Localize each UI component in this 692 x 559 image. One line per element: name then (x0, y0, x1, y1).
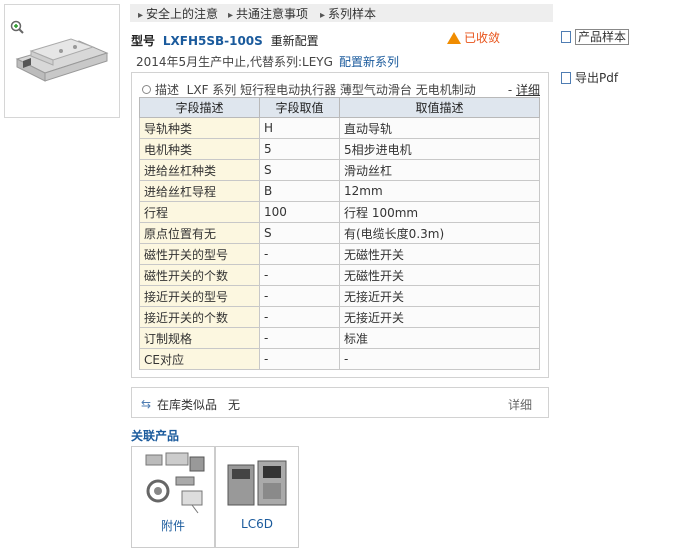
value-meaning-cell: 行程 100mm (339, 201, 540, 223)
field-name-cell: 进给丝杠种类 (139, 159, 260, 181)
field-value-cell: 100 (259, 201, 340, 223)
similar-in-stock: ⇆ 在库类似品 无 详细 (131, 387, 549, 418)
description-label: 描述 (155, 83, 180, 97)
value-meaning-cell: 直动导轨 (339, 117, 540, 139)
lc6d-image (227, 460, 287, 506)
value-meaning-cell: 标准 (339, 327, 540, 349)
table-row: 接近开关的型号 - 无接近开关 (139, 285, 540, 307)
discontinued-text: 已收敛 (464, 31, 501, 45)
export-icon (561, 72, 571, 84)
field-name-cell: CE对应 (139, 348, 260, 370)
description-detail-link[interactable]: 详细 (516, 83, 540, 97)
value-meaning-cell: 无磁性开关 (339, 264, 540, 286)
value-meaning-cell: 无磁性开关 (339, 243, 540, 265)
description-header: 描述 LXF 系列 短行程电动执行器 薄型气动滑台 无电机制动 - 详细 (142, 81, 540, 98)
field-value-cell: - (259, 243, 340, 265)
value-meaning-cell: 5相步进电机 (339, 138, 540, 160)
spec-table: 字段描述 字段取值 取值描述 导轨种类 H 直动导轨 电机种类 5 5相步进电机 进给丝杠种… (139, 97, 540, 370)
similar-detail-link[interactable]: 详细 (508, 396, 532, 413)
model-row: 型号 LXFH5SB-100S 重新配置 (131, 32, 319, 49)
table-row: 接近开关的个数 - 无接近开关 (139, 306, 540, 328)
value-meaning-cell: 有(电缆长度0.3m) (339, 222, 540, 244)
reconfigure-link[interactable]: 重新配置 (271, 34, 319, 48)
model-label: 型号 (131, 34, 156, 48)
field-name-cell: 接近开关的个数 (139, 306, 260, 328)
configure-new-series-link[interactable]: 配置新系列 (339, 55, 399, 69)
value-meaning-cell: 滑动丝杠 (339, 159, 540, 181)
table-row: CE对应 - - (139, 348, 540, 370)
related-label-lc6d[interactable]: LC6D (216, 517, 298, 531)
status-row: 2014年5月生产中止,代替系列:LEYG 配置新系列 (136, 53, 399, 70)
catalog-label[interactable]: 产品样本 (575, 29, 630, 45)
table-row: 磁性开关的个数 - 无磁性开关 (139, 264, 540, 286)
similar-label: 在库类似品 (157, 398, 218, 412)
field-value-cell: S (259, 159, 340, 181)
more-prefix: - (507, 83, 513, 97)
search-icon (142, 85, 151, 94)
field-value-cell: - (259, 327, 340, 349)
table-row: 导轨种类 H 直动导轨 (139, 117, 540, 139)
discontinued-badge: 已收敛 (447, 29, 500, 46)
top-links-bar: 安全上的注意 共通注意事项 系列样本 (130, 4, 553, 22)
field-value-cell: - (259, 285, 340, 307)
field-value-cell: - (259, 348, 340, 370)
field-name-cell: 磁性开关的型号 (139, 243, 260, 265)
field-name-cell: 接近开关的型号 (139, 285, 260, 307)
col-header-meaning: 取值描述 (339, 97, 540, 118)
status-text: 2014年5月生产中止,代替系列:LEYG (136, 55, 333, 69)
model-code: LXFH5SB-100S (162, 34, 263, 48)
value-meaning-cell: 无接近开关 (339, 306, 540, 328)
link-series-catalog[interactable]: 系列样本 (320, 5, 376, 22)
link-common-notes[interactable]: 共通注意事项 (228, 5, 308, 22)
field-name-cell: 行程 (139, 201, 260, 223)
similar-value: 无 (228, 398, 241, 412)
field-value-cell: - (259, 264, 340, 286)
table-row: 磁性开关的型号 - 无磁性开关 (139, 243, 540, 265)
value-meaning-cell: 12mm (339, 180, 540, 202)
field-name-cell: 原点位置有无 (139, 222, 260, 244)
col-header-field: 字段描述 (139, 97, 260, 118)
export-pdf-link[interactable]: 导出Pdf (561, 69, 618, 86)
product-thumbnail[interactable] (4, 4, 120, 118)
related-label-accessories[interactable]: 附件 (132, 517, 214, 534)
field-name-cell: 导轨种类 (139, 117, 260, 139)
catalog-link[interactable]: 产品样本 (561, 28, 630, 45)
field-name-cell: 电机种类 (139, 138, 260, 160)
value-meaning-cell: - (339, 348, 540, 370)
related-products-title: 关联产品 (131, 429, 180, 443)
description-text: LXF 系列 短行程电动执行器 薄型气动滑台 无电机制动 (186, 83, 476, 97)
field-value-cell: B (259, 180, 340, 202)
zoom-icon[interactable] (9, 19, 25, 35)
document-icon (561, 31, 571, 43)
field-name-cell: 进给丝杠导程 (139, 180, 260, 202)
field-value-cell: 5 (259, 138, 340, 160)
value-meaning-cell: 无接近开关 (339, 285, 540, 307)
table-row: 行程 100 行程 100mm (139, 201, 540, 223)
link-safety-notes[interactable]: 安全上的注意 (138, 5, 218, 22)
related-card-lc6d[interactable]: LC6D (215, 446, 299, 548)
warning-icon (447, 32, 461, 44)
field-value-cell: - (259, 306, 340, 328)
field-value-cell: S (259, 222, 340, 244)
table-row: 进给丝杠种类 S 滑动丝杠 (139, 159, 540, 181)
accessories-image (145, 452, 205, 514)
field-name-cell: 订制规格 (139, 327, 260, 349)
description-panel: 描述 LXF 系列 短行程电动执行器 薄型气动滑台 无电机制动 - 详细 字段描… (131, 72, 549, 378)
col-header-value: 字段取值 (259, 97, 340, 118)
stock-icon: ⇆ (141, 397, 152, 411)
related-card-accessories[interactable]: 附件 (131, 446, 215, 548)
table-row: 原点位置有无 S 有(电缆长度0.3m) (139, 222, 540, 244)
table-row: 电机种类 5 5相步进电机 (139, 138, 540, 160)
field-name-cell: 磁性开关的个数 (139, 264, 260, 286)
table-row: 订制规格 - 标准 (139, 327, 540, 349)
export-pdf-label[interactable]: 导出Pdf (575, 71, 618, 85)
table-row: 进给丝杠导程 B 12mm (139, 180, 540, 202)
field-value-cell: H (259, 117, 340, 139)
